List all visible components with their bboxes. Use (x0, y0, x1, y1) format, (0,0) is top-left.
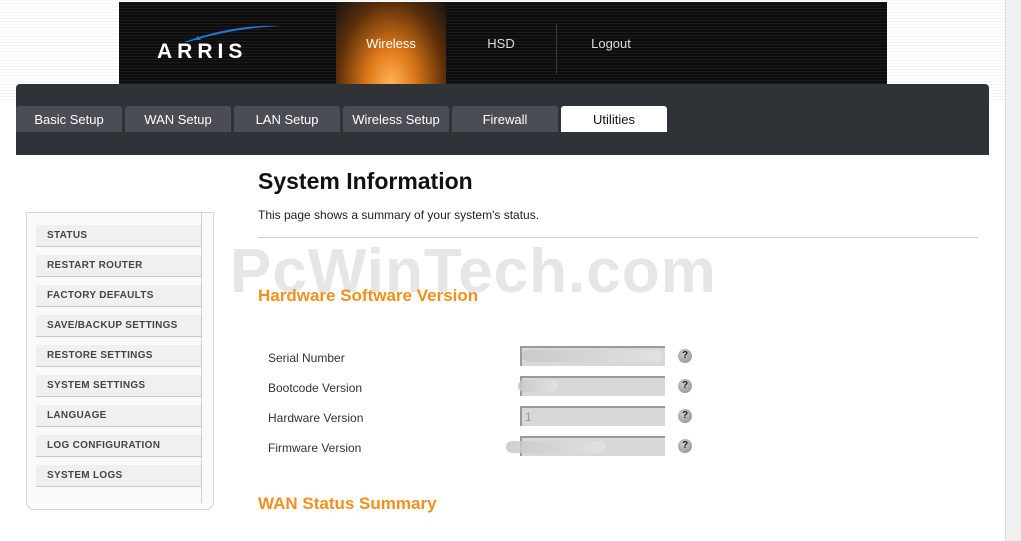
tab-utilities[interactable]: Utilities (561, 106, 667, 132)
topnav-hsd[interactable]: HSD (446, 2, 556, 84)
window-edge (1005, 0, 1021, 541)
serial-number-label: Serial Number (268, 351, 345, 365)
redaction-blur (506, 441, 606, 453)
sidebar-item-factory-defaults[interactable]: FACTORY DEFAULTS (36, 285, 202, 307)
tab-lan-setup[interactable]: LAN Setup (234, 106, 340, 132)
sidebar-item-log-configuration[interactable]: LOG CONFIGURATION (36, 435, 202, 457)
section-title-wan-status: WAN Status Summary (258, 494, 437, 513)
sidebar-item-save-backup-settings[interactable]: SAVE/BACKUP SETTINGS (36, 315, 202, 337)
firmware-version-label: Firmware Version (268, 441, 362, 455)
topnav-logout[interactable]: Logout (556, 2, 666, 84)
sidebar-item-system-settings[interactable]: SYSTEM SETTINGS (36, 375, 202, 397)
header-bar: ARRIS Wireless HSD Logout (119, 2, 887, 84)
tab-wan-setup[interactable]: WAN Setup (125, 106, 231, 132)
help-icon[interactable]: ? (678, 379, 692, 393)
section-title-hardware-software: Hardware Software Version (258, 286, 479, 305)
tab-firewall[interactable]: Firewall (452, 106, 558, 132)
sidebar-menu: STATUS RESTART ROUTER FACTORY DEFAULTS S… (26, 212, 214, 510)
page-description: This page shows a summary of your system… (258, 208, 540, 222)
redaction-blur (518, 380, 558, 392)
help-icon[interactable]: ? (678, 439, 692, 453)
hardware-version-field: 1 (520, 406, 665, 426)
arris-logo: ARRIS (157, 40, 248, 63)
redaction-blur (522, 350, 662, 362)
tab-basic-setup[interactable]: Basic Setup (16, 106, 122, 132)
sidebar-item-restart-router[interactable]: RESTART ROUTER (36, 255, 202, 277)
page-title: System Information (258, 168, 473, 194)
hardware-version-label: Hardware Version (268, 411, 364, 425)
bootcode-version-label: Bootcode Version (268, 381, 363, 395)
sidebar-item-restore-settings[interactable]: RESTORE SETTINGS (36, 345, 202, 367)
topnav-wireless[interactable]: Wireless (336, 2, 446, 84)
tab-wireless-setup[interactable]: Wireless Setup (343, 106, 449, 132)
divider (258, 237, 978, 238)
help-icon[interactable]: ? (678, 349, 692, 363)
help-icon[interactable]: ? (678, 409, 692, 423)
sidebar-item-language[interactable]: LANGUAGE (36, 405, 202, 427)
sidebar-item-system-logs[interactable]: SYSTEM LOGS (36, 465, 202, 487)
sidebar-item-status[interactable]: STATUS (36, 225, 202, 247)
